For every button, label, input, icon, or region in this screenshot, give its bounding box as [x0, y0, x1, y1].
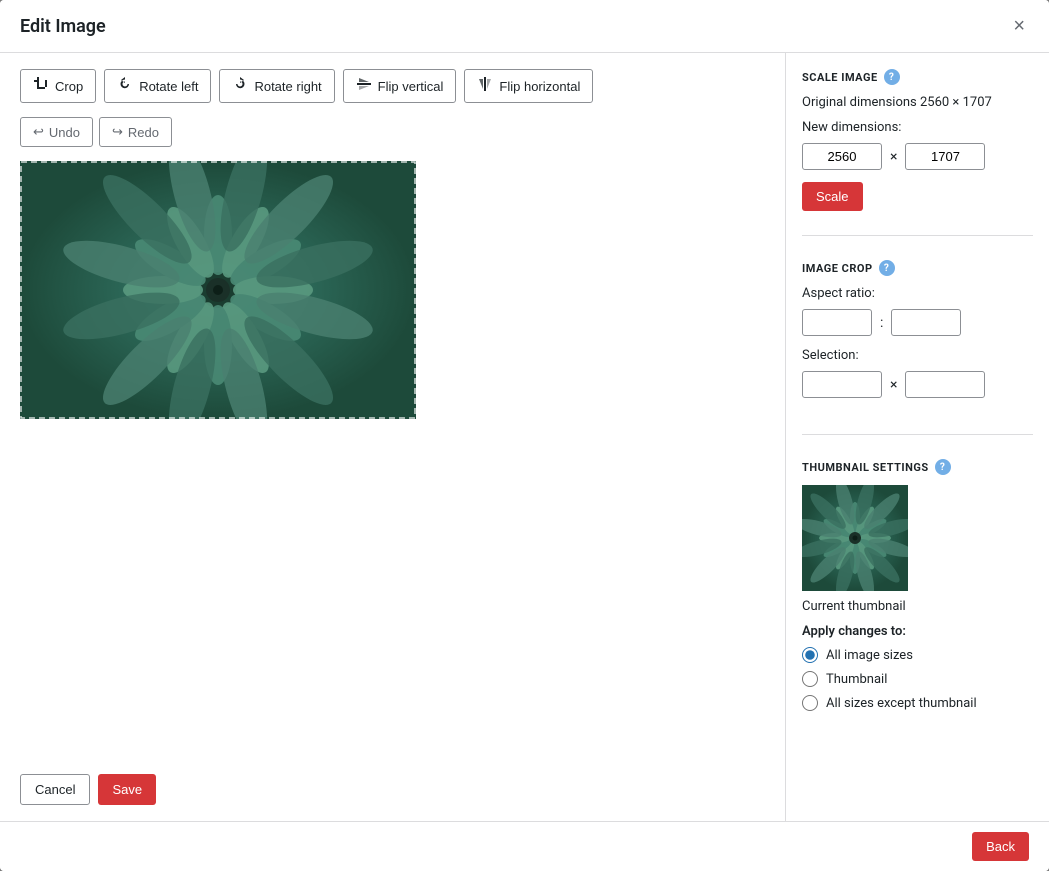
- scale-button[interactable]: Scale: [802, 182, 863, 211]
- scale-crop-divider: [802, 235, 1033, 236]
- redo-icon: ↪: [112, 124, 123, 140]
- crop-button[interactable]: Crop: [20, 69, 96, 103]
- new-dimensions-label: New dimensions:: [802, 120, 1033, 135]
- aspect-separator: :: [880, 315, 883, 331]
- modal-title: Edit Image: [20, 16, 106, 37]
- cancel-button[interactable]: Cancel: [20, 774, 90, 805]
- dimensions-row: ×: [802, 143, 1033, 170]
- radio-thumbnail-label: Thumbnail: [826, 672, 887, 687]
- sidebar: SCALE IMAGE ? Original dimensions 2560 ×…: [785, 53, 1049, 821]
- apply-changes-label: Apply changes to:: [802, 624, 1033, 639]
- flip-vertical-button[interactable]: Flip vertical: [343, 69, 457, 103]
- radio-thumbnail-input[interactable]: [802, 671, 818, 687]
- redo-label: Redo: [128, 125, 159, 140]
- rotate-right-button[interactable]: Rotate right: [219, 69, 334, 103]
- aspect-ratio-row: :: [802, 309, 1033, 336]
- close-button[interactable]: ×: [1009, 12, 1029, 40]
- scale-section: SCALE IMAGE ? Original dimensions 2560 ×…: [802, 69, 1033, 211]
- crop-icon: [33, 76, 49, 96]
- image-container: [20, 161, 765, 754]
- width-input[interactable]: [802, 143, 882, 170]
- radio-all-except-thumbnail-label: All sizes except thumbnail: [826, 696, 977, 711]
- toolbar: Crop Rotate left: [20, 69, 765, 103]
- scale-section-title: SCALE IMAGE ?: [802, 69, 1033, 85]
- selection-height-input[interactable]: [905, 371, 985, 398]
- crop-label: Crop: [55, 79, 83, 94]
- height-input[interactable]: [905, 143, 985, 170]
- radio-all-sizes-label: All image sizes: [826, 648, 913, 663]
- radio-thumbnail[interactable]: Thumbnail: [802, 671, 1033, 687]
- crop-section: IMAGE CROP ? Aspect ratio: : Selection: …: [802, 260, 1033, 410]
- crop-thumbnail-divider: [802, 434, 1033, 435]
- rotate-left-icon: [117, 76, 133, 96]
- current-thumbnail-label: Current thumbnail: [802, 599, 1033, 614]
- radio-all-sizes[interactable]: All image sizes: [802, 647, 1033, 663]
- crop-section-title: IMAGE CROP ?: [802, 260, 1033, 276]
- aspect-ratio-label: Aspect ratio:: [802, 286, 1033, 301]
- save-button[interactable]: Save: [98, 774, 156, 805]
- selection-width-input[interactable]: [802, 371, 882, 398]
- rotate-left-label: Rotate left: [139, 79, 198, 94]
- thumbnail-image: [802, 485, 908, 591]
- undo-button[interactable]: ↩ Undo: [20, 117, 93, 147]
- modal-footer: Back: [0, 821, 1049, 871]
- undo-icon: ↩: [33, 124, 44, 140]
- flip-horizontal-button[interactable]: Flip horizontal: [464, 69, 593, 103]
- back-button[interactable]: Back: [972, 832, 1029, 861]
- original-dimensions: Original dimensions 2560 × 1707: [802, 95, 1033, 110]
- redo-button[interactable]: ↪ Redo: [99, 117, 172, 147]
- selection-label: Selection:: [802, 348, 1033, 363]
- radio-all-except-thumbnail-input[interactable]: [802, 695, 818, 711]
- apply-changes-options: All image sizes Thumbnail All sizes exce…: [802, 647, 1033, 711]
- crop-help-icon[interactable]: ?: [879, 260, 895, 276]
- scale-help-icon[interactable]: ?: [884, 69, 900, 85]
- flip-horizontal-icon: [477, 76, 493, 96]
- rotate-right-icon: [232, 76, 248, 96]
- rotate-left-button[interactable]: Rotate left: [104, 69, 211, 103]
- rotate-right-label: Rotate right: [254, 79, 321, 94]
- radio-all-except-thumbnail[interactable]: All sizes except thumbnail: [802, 695, 1033, 711]
- thumbnail-section-title: THUMBNAIL SETTINGS ?: [802, 459, 1033, 475]
- aspect-width-input[interactable]: [802, 309, 872, 336]
- flip-vertical-icon: [356, 76, 372, 96]
- width-height-separator: ×: [890, 149, 897, 165]
- thumbnail-section: THUMBNAIL SETTINGS ?: [802, 459, 1033, 711]
- flip-vertical-label: Flip vertical: [378, 79, 444, 94]
- preview-image: [20, 161, 416, 419]
- thumbnail-help-icon[interactable]: ?: [935, 459, 951, 475]
- radio-all-sizes-input[interactable]: [802, 647, 818, 663]
- action-buttons: Cancel Save: [20, 774, 765, 805]
- aspect-height-input[interactable]: [891, 309, 961, 336]
- undo-label: Undo: [49, 125, 80, 140]
- flip-horizontal-label: Flip horizontal: [499, 79, 580, 94]
- selection-row: ×: [802, 371, 1033, 398]
- selection-separator: ×: [890, 377, 897, 393]
